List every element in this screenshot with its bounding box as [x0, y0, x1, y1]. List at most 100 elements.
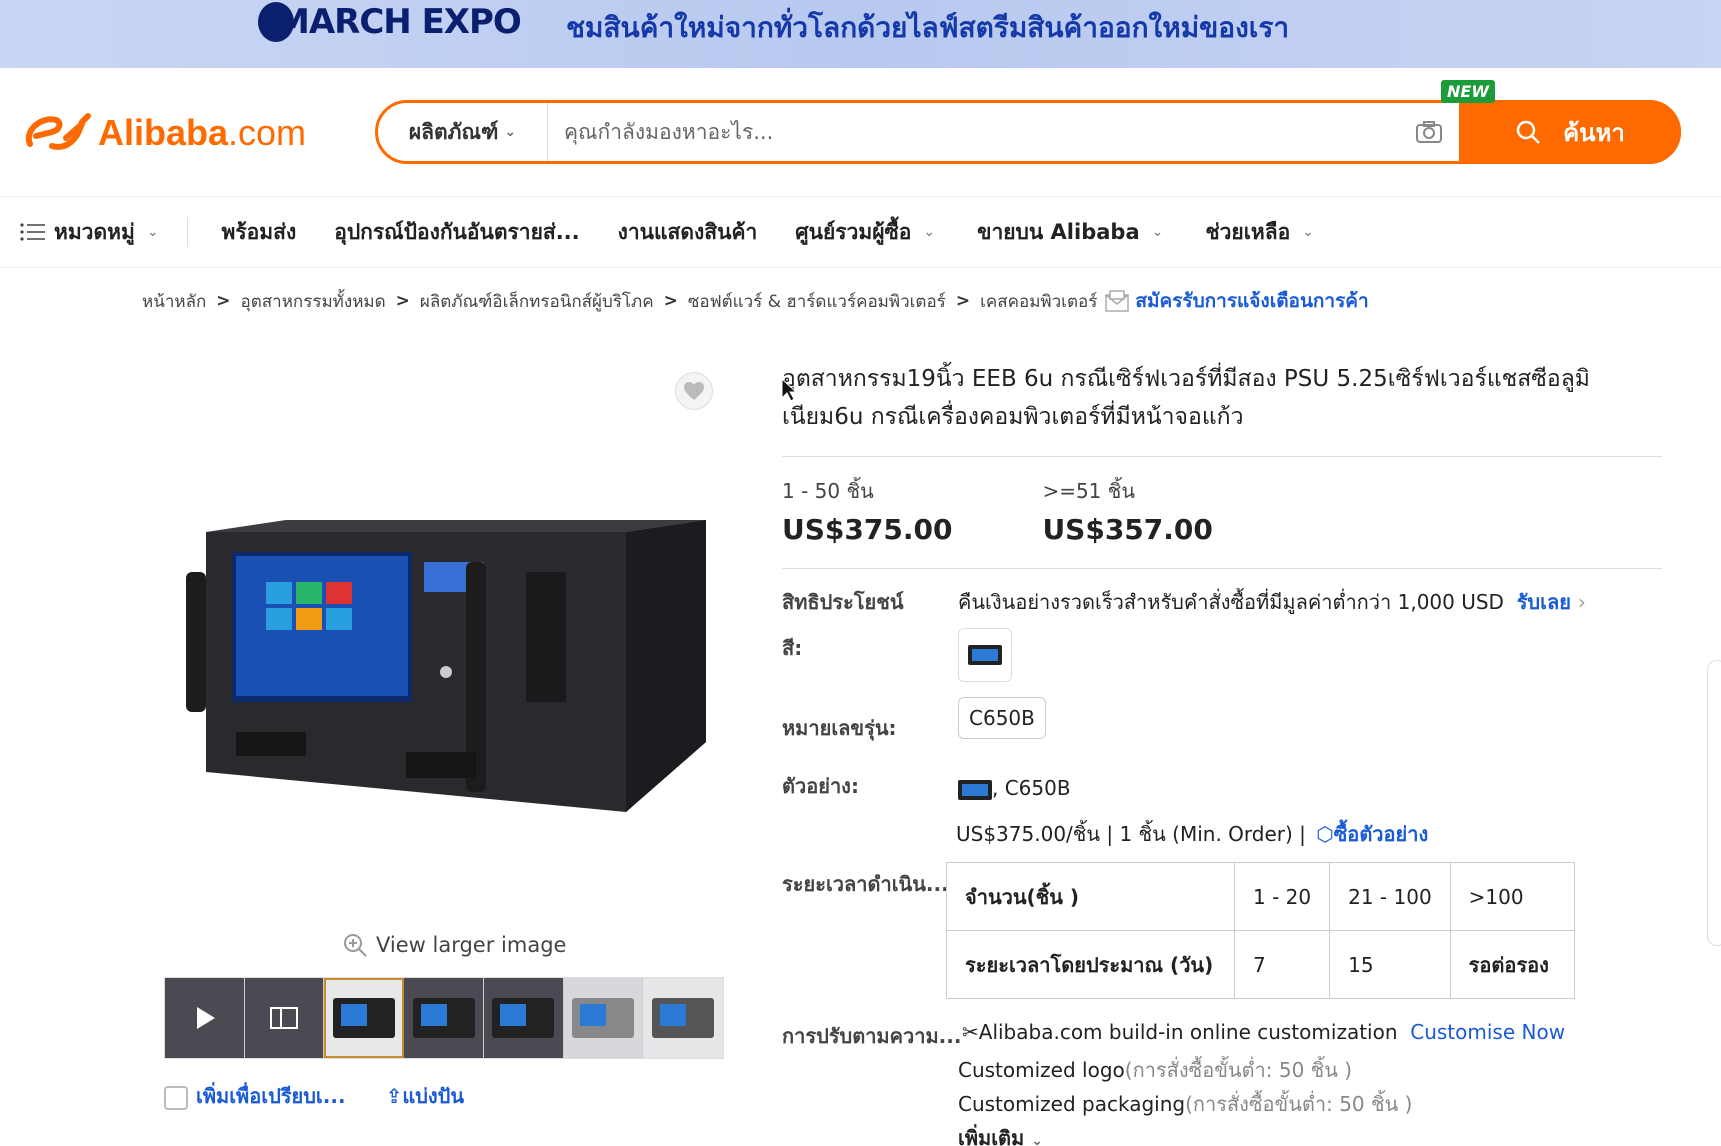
breadcrumb-item[interactable]: หน้าหลัก — [142, 288, 206, 315]
table-cell: 7 — [1233, 930, 1331, 999]
sample-label: ตัวอย่าง: — [782, 774, 859, 798]
breadcrumb-item[interactable]: ผลิตภัณฑ์อิเล็กทรอนิกส์ผู้บริโภค — [420, 288, 654, 315]
sample-thumbnail — [958, 779, 992, 800]
table-cell: จำนวน(ชิ้น ) — [946, 862, 1235, 931]
nav-buyer-central[interactable]: ศูนย์รวมผู้ซื้อ ⌄ — [795, 216, 935, 249]
search-bar: ผลิตภัณฑ์ ⌄ NEW ค้นหา — [375, 80, 1681, 164]
more-toggle[interactable]: เพิ่มเติม ⌄ — [958, 1126, 1043, 1146]
chevron-down-icon: ⌄ — [504, 124, 517, 140]
thumbnail-image[interactable] — [404, 978, 484, 1058]
play-icon — [197, 1007, 216, 1029]
table-cell: 1 - 20 — [1233, 862, 1331, 931]
main-product-image[interactable] — [176, 512, 716, 832]
subscribe-label: สมัครรับการแจ้งเตือนการค้า — [1135, 290, 1369, 312]
mouse-cursor-icon — [781, 377, 798, 406]
buy-sample-link[interactable]: ⬡ซื้อตัวอย่าง — [1316, 822, 1428, 846]
search-input[interactable] — [548, 103, 1399, 161]
alibaba-e-icon — [22, 110, 94, 156]
sample-price-row: US$375.00/ชิ้น | 1 ชิ้น (Min. Order) | ⬡… — [956, 818, 1428, 850]
gallery-actions: เพิ่มเพื่อเปรียบเ... ⇪แบ่งปัน — [164, 1080, 464, 1112]
share-button[interactable]: ⇪แบ่งปัน — [386, 1080, 464, 1112]
nav-sell-on-alibaba[interactable]: ขายบน Alibaba ⌄ — [977, 216, 1163, 249]
breadcrumb-separator: > — [663, 291, 678, 311]
lead-time-table: จำนวน(ชิ้น ) 1 - 20 21 - 100 >100 ระยะเว… — [946, 862, 1575, 999]
breadcrumb-separator: > — [395, 291, 410, 311]
thumbnail-image[interactable] — [324, 978, 405, 1058]
view-larger-label: View larger image — [376, 933, 567, 957]
new-badge: NEW — [1441, 80, 1495, 103]
buy-sample-label: ซื้อตัวอย่าง — [1333, 822, 1429, 846]
side-panel-tab[interactable] — [1707, 660, 1721, 946]
chevron-right-icon: › — [1577, 590, 1586, 614]
sample-model: , C650B — [992, 776, 1071, 800]
sample-price: US$375.00/ชิ้น | 1 ชิ้น (Min. Order) | — [956, 822, 1306, 846]
compare-checkbox[interactable] — [164, 1085, 188, 1110]
favorite-button[interactable] — [675, 372, 713, 410]
price-tier-qty: >=51 ชิ้น — [1042, 479, 1136, 503]
price-tier: >=51 ชิ้น US$357.00 — [1042, 475, 1212, 546]
thumbnail-image[interactable] — [563, 978, 644, 1058]
customized-packaging-row: Customized packaging(การสั่งซื้อขั้นต่ำ:… — [958, 1088, 1412, 1120]
customized-logo-row: Customized logo(การสั่งซื้อขั้นต่ำ: 50 ช… — [958, 1054, 1352, 1086]
breadcrumb-item[interactable]: เคสคอมพิวเตอร์ — [980, 288, 1097, 315]
subscribe-trade-alerts-link[interactable]: สมัครรับการแจ้งเตือนการค้า — [1105, 286, 1369, 316]
product-info: อุตสาหกรรม19นิ้ว EEB 6u กรณีเซิร์ฟเวอร์ท… — [782, 360, 1662, 569]
view-larger-image-link[interactable]: View larger image — [342, 932, 566, 958]
add-to-compare[interactable]: เพิ่มเพื่อเปรียบเ... — [164, 1080, 346, 1112]
table-row: ระยะเวลาโดยประมาณ (วัน) 7 15 รอต่อรอง — [946, 930, 1575, 999]
model-label: หมายเลขรุ่น: — [782, 716, 897, 740]
search-icon — [1516, 120, 1540, 144]
customized-logo-label: Customized logo — [958, 1058, 1125, 1082]
thumbnail-image[interactable] — [483, 978, 564, 1058]
mail-icon — [1105, 290, 1130, 312]
nav-categories[interactable]: หมวดหมู่ ⌄ — [20, 216, 159, 249]
model-options: C650B — [958, 697, 1046, 739]
heart-icon — [684, 382, 704, 400]
breadcrumb-separator: > — [216, 291, 231, 311]
customise-now-link[interactable]: Customise Now — [1410, 1020, 1565, 1044]
promo-banner[interactable]: MARCH EXPO ชมสินค้าใหม่จากทั่วโลกด้วยไลฟ… — [0, 0, 1721, 68]
benefits-text-value: คืนเงินอย่างรวดเร็วสำหรับคำสั่งซื้อที่มี… — [958, 590, 1504, 614]
thumbnail-image[interactable] — [643, 978, 724, 1058]
benefits-text: คืนเงินอย่างรวดเร็วสำหรับคำสั่งซื้อที่มี… — [958, 586, 1586, 618]
thumbnail-video[interactable] — [165, 978, 245, 1058]
price-tier-price: US$375.00 — [782, 513, 953, 546]
menu-icon — [20, 223, 45, 241]
color-options — [958, 628, 1012, 682]
customization-text: ✂Alibaba.com build-in online customizati… — [962, 1020, 1565, 1044]
chevron-down-icon: ⌄ — [1151, 224, 1164, 240]
nav-ready-to-ship[interactable]: พร้อมส่ง — [222, 216, 297, 249]
color-swatch[interactable] — [958, 628, 1012, 682]
chevron-down-icon: ⌄ — [923, 224, 936, 240]
model-chip[interactable]: C650B — [958, 697, 1046, 739]
table-cell: 21 - 100 — [1329, 862, 1451, 931]
alibaba-logo[interactable]: Alibaba.com — [22, 110, 306, 156]
breadcrumb-item[interactable]: อุตสาหกรรมทั้งหมด — [241, 288, 386, 315]
wrench-icon: ✂ — [962, 1020, 979, 1044]
table-cell: >100 — [1449, 862, 1575, 931]
breadcrumb-item[interactable]: ซอฟต์แวร์ & ฮาร์ดแวร์คอมพิวเตอร์ — [688, 288, 946, 315]
table-cell: รอต่อรอง — [1449, 930, 1575, 999]
banner-tagline: ชมสินค้าใหม่จากทั่วโลกด้วยไลฟ์สตรีมสินค้… — [566, 11, 1290, 44]
customization-description: Alibaba.com build-in online customizatio… — [978, 1020, 1398, 1044]
nav-buyer-central-label: ศูนย์รวมผู้ซื้อ — [795, 219, 912, 244]
nav-help[interactable]: ช่วยเหลือ ⌄ — [1205, 216, 1314, 249]
search-category-select[interactable]: ผลิตภัณฑ์ ⌄ — [378, 103, 548, 161]
nav-help-label: ช่วยเหลือ — [1205, 219, 1291, 244]
more-row: เพิ่มเติม ⌄ — [958, 1122, 1043, 1146]
customized-packaging-note: (การสั่งซื้อขั้นต่ำ: 50 ชิ้น ) — [1185, 1092, 1413, 1116]
search-button[interactable]: NEW ค้นหา — [1441, 80, 1681, 164]
color-label: สี: — [782, 636, 803, 660]
nav-safety-equipment[interactable]: อุปกรณ์ป้องกันอันตรายส่... — [334, 216, 579, 249]
brand-suffix: .com — [228, 112, 307, 153]
price-tier-price: US$357.00 — [1042, 513, 1213, 546]
breadcrumb-separator: > — [955, 291, 971, 311]
divider — [782, 456, 1662, 457]
table-row: จำนวน(ชิ้น ) 1 - 20 21 - 100 >100 — [946, 862, 1575, 931]
camera-search-icon[interactable] — [1399, 103, 1459, 161]
claim-benefit-link[interactable]: รับเลย › — [1517, 590, 1586, 614]
nav-trade-shows[interactable]: งานแสดงสินค้า — [618, 216, 758, 249]
thumbnail-3d[interactable] — [244, 978, 325, 1058]
benefits-label: สิทธิประโยชน์ — [782, 590, 904, 614]
brand-main: Alibaba — [98, 112, 229, 153]
